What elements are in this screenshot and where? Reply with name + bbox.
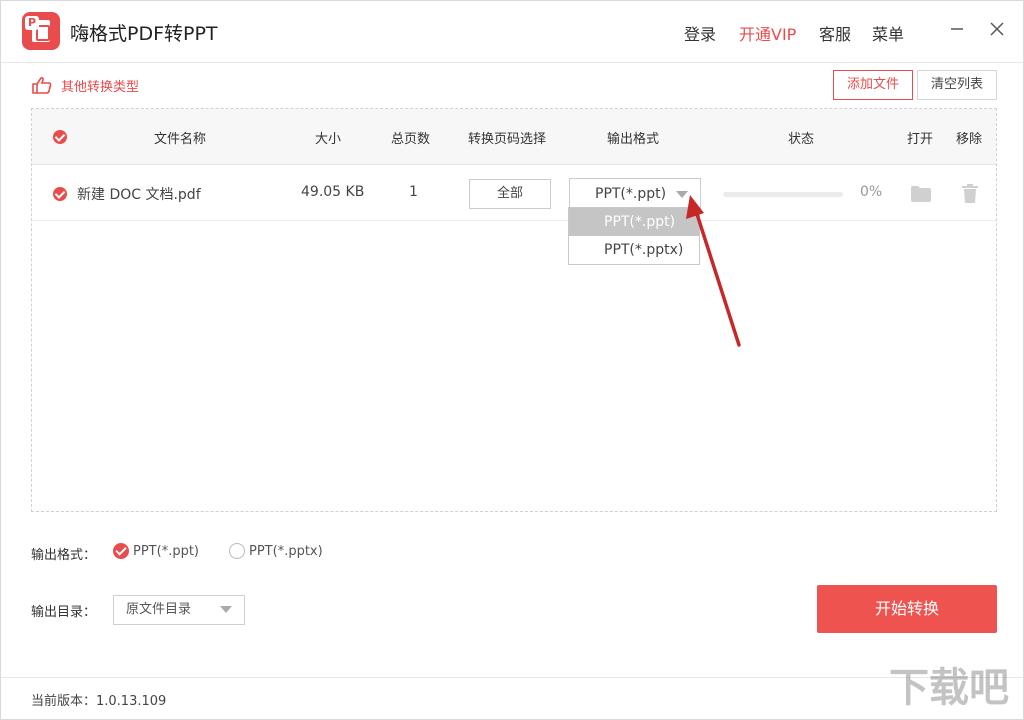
output-dir-value: 原文件目录 xyxy=(126,602,192,617)
status-bar: 当前版本：1.0.13.109 xyxy=(1,677,1023,719)
app-logo-icon: P xyxy=(22,12,60,50)
chevron-down-icon xyxy=(676,191,688,198)
header-size: 大小 xyxy=(315,132,342,147)
radio-ppt-label: PPT(*.ppt) xyxy=(133,543,199,559)
add-file-button[interactable]: 添加文件 xyxy=(833,70,913,100)
radio-checked-icon xyxy=(113,543,129,559)
file-list: 文件名称 大小 总页数 转换页码选择 输出格式 状态 打开 移除 新建 DOC … xyxy=(31,108,997,512)
format-option-ppt[interactable]: PPT(*.ppt) xyxy=(569,208,699,236)
output-dir-label: 输出目录： xyxy=(31,605,97,620)
app-title: 嗨格式PDF转PPT xyxy=(70,23,218,45)
thumbs-up-icon xyxy=(32,76,52,94)
header-format: 输出格式 xyxy=(607,132,660,147)
header-page-select: 转换页码选择 xyxy=(468,132,547,147)
header-open: 打开 xyxy=(907,132,934,147)
radio-pptx-label: PPT(*.pptx) xyxy=(249,543,323,559)
page-count: 1 xyxy=(409,184,418,200)
clear-list-button[interactable]: 清空列表 xyxy=(917,70,997,100)
trash-icon[interactable] xyxy=(962,184,978,203)
format-dropdown: PPT(*.ppt) PPT(*.pptx) xyxy=(568,207,700,265)
other-types-label: 其他转换类型 xyxy=(61,79,140,95)
watermark-logo: 下载吧 xyxy=(889,665,1009,711)
output-format-label: 输出格式： xyxy=(31,548,97,563)
file-name: 新建 DOC 文档.pdf xyxy=(77,187,201,203)
svg-text:下载吧: 下载吧 xyxy=(889,665,1009,711)
start-convert-button[interactable]: 开始转换 xyxy=(817,585,997,633)
service-link[interactable]: 客服 xyxy=(819,21,851,45)
format-option-pptx[interactable]: PPT(*.pptx) xyxy=(569,236,699,264)
login-link[interactable]: 登录 xyxy=(684,21,716,45)
format-select-value: PPT(*.ppt) xyxy=(595,186,667,202)
select-all-checkbox[interactable] xyxy=(53,130,67,144)
header-name: 文件名称 xyxy=(154,132,207,147)
output-dir-select[interactable]: 原文件目录 xyxy=(113,595,245,625)
page-range-button[interactable]: 全部 xyxy=(469,179,551,209)
app-window: P 嗨格式PDF转PPT 登录 开通VIP 客服 菜单 其他转换类型 添加文件 … xyxy=(0,0,1024,720)
minimize-icon[interactable] xyxy=(945,17,969,41)
file-size: 49.05 KB xyxy=(301,184,365,200)
progress-text: 0% xyxy=(860,184,883,200)
radio-pptx[interactable]: PPT(*.pptx) xyxy=(229,543,323,559)
table-row: 新建 DOC 文档.pdf 49.05 KB 1 全部 PPT(*.ppt) 0… xyxy=(32,166,996,221)
radio-unchecked-icon xyxy=(229,543,245,559)
chevron-down-icon xyxy=(220,606,232,613)
vip-link[interactable]: 开通VIP xyxy=(739,21,796,45)
folder-icon[interactable] xyxy=(911,186,931,202)
version-text: 当前版本：1.0.13.109 xyxy=(31,694,167,709)
menu-link[interactable]: 菜单 xyxy=(872,21,904,45)
table-header: 文件名称 大小 总页数 转换页码选择 输出格式 状态 打开 移除 xyxy=(32,109,996,165)
header-remove: 移除 xyxy=(956,132,983,147)
format-select[interactable]: PPT(*.ppt) xyxy=(569,178,701,210)
close-icon[interactable] xyxy=(985,17,1009,41)
header-pages: 总页数 xyxy=(391,132,431,147)
other-conversion-types[interactable]: 其他转换类型 xyxy=(31,75,139,95)
progress-bar xyxy=(723,192,843,197)
title-bar: P 嗨格式PDF转PPT 登录 开通VIP 客服 菜单 xyxy=(1,1,1023,63)
row-checkbox[interactable] xyxy=(53,187,67,201)
radio-ppt[interactable]: PPT(*.ppt) xyxy=(113,543,199,559)
header-status: 状态 xyxy=(788,132,815,147)
